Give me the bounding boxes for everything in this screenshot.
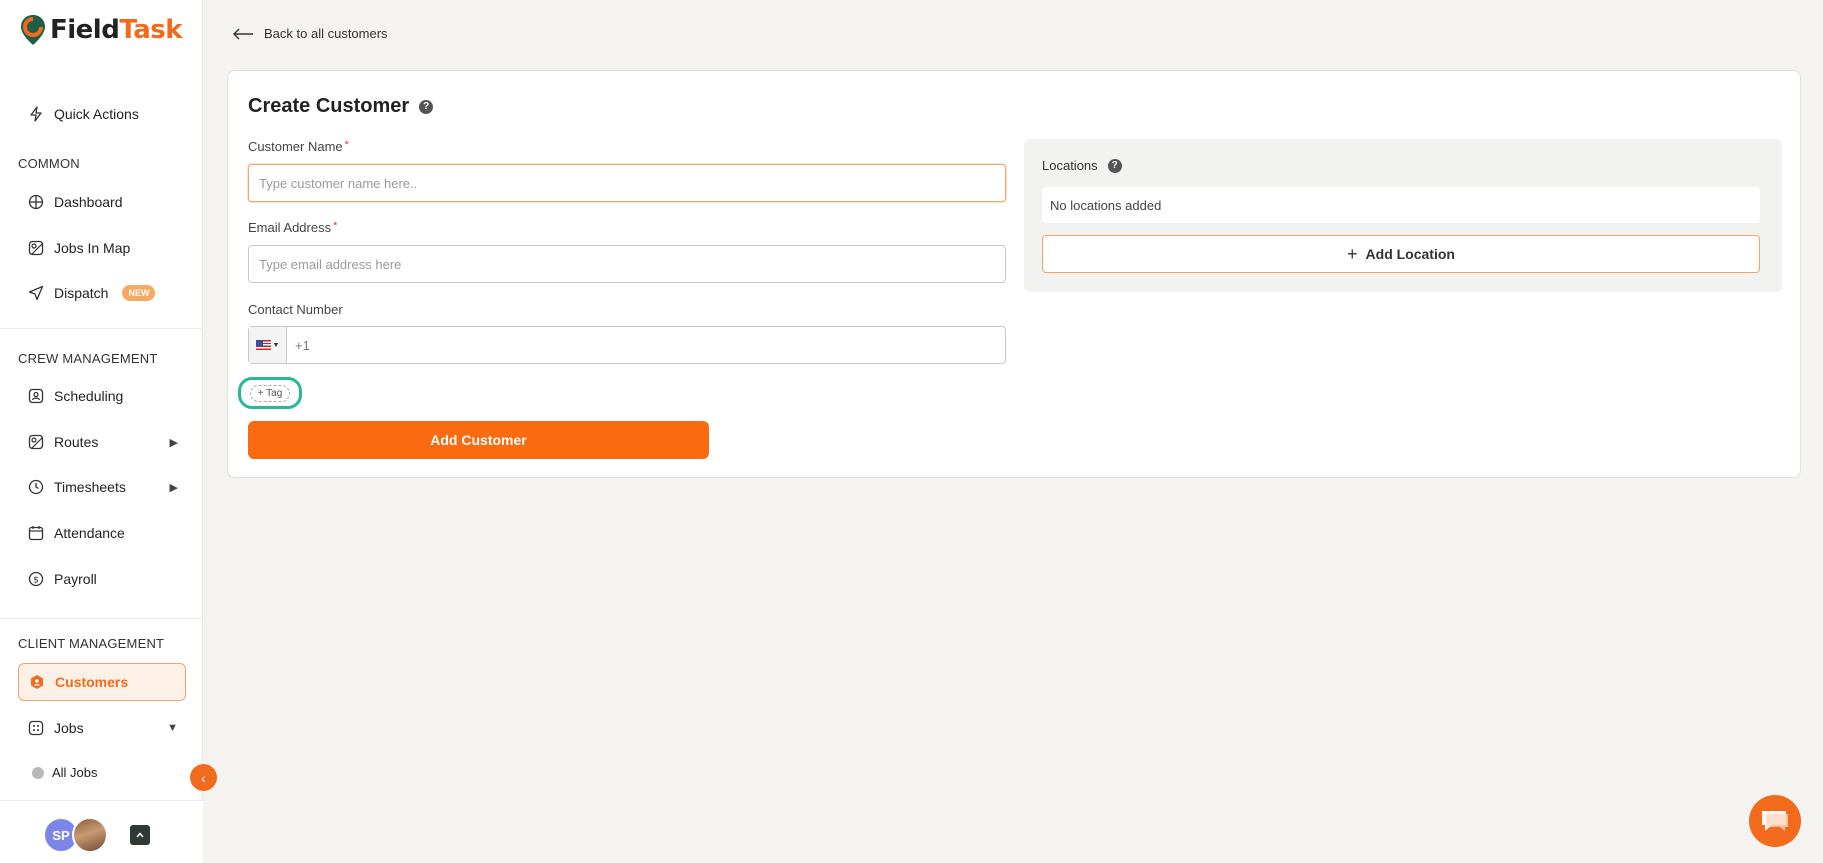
sidebar-item-payroll[interactable]: $ Payroll: [18, 561, 186, 597]
jobs-icon: [28, 720, 44, 736]
svg-text:$: $: [33, 576, 39, 586]
locations-title: Locations ?: [1042, 158, 1122, 173]
back-to-customers-link[interactable]: Back to all customers: [232, 26, 388, 41]
clock-icon: [28, 479, 44, 495]
new-badge: NEW: [122, 285, 156, 301]
caret-down-icon: ▼: [167, 722, 178, 734]
caret-down-icon: ▼: [272, 341, 280, 349]
info-icon: [32, 766, 44, 779]
add-customer-button[interactable]: Add Customer: [248, 421, 709, 459]
avatar-photo[interactable]: [72, 817, 108, 853]
help-icon[interactable]: ?: [1107, 158, 1122, 173]
sidebar-subitem-all-jobs[interactable]: All Jobs: [32, 765, 98, 780]
expand-up-button[interactable]: [130, 825, 150, 845]
section-client-management: CLIENT MANAGEMENT: [18, 636, 165, 651]
email-address-label: Email Address *: [248, 220, 338, 235]
lightning-icon: [28, 106, 44, 122]
brand-name: FieldTask: [50, 15, 183, 45]
create-customer-card: Create Customer ? Customer Name* Email A…: [227, 70, 1801, 478]
sidebar: FieldTask Quick Actions COMMON Dashboard…: [0, 0, 217, 863]
calendar-icon: [28, 525, 44, 541]
send-icon: [28, 285, 44, 301]
sidebar-footer: SP: [0, 800, 203, 863]
divider: [0, 618, 203, 619]
chat-icon: [1762, 811, 1788, 831]
scheduling-icon: [28, 388, 44, 404]
collapse-sidebar-button[interactable]: ‹: [190, 764, 217, 791]
logo-pin-icon: [21, 15, 45, 45]
section-common: COMMON: [18, 156, 80, 171]
arrow-left-icon: [233, 28, 253, 39]
us-flag-icon: [255, 340, 271, 350]
sidebar-item-dashboard[interactable]: Dashboard: [18, 184, 186, 220]
payroll-icon: $: [28, 571, 44, 587]
chevron-left-icon: ‹: [201, 769, 206, 786]
phone-input[interactable]: [287, 328, 1005, 362]
map-icon: [28, 240, 44, 256]
sidebar-item-quick-actions[interactable]: Quick Actions: [18, 96, 186, 132]
sidebar-item-routes[interactable]: Routes ▶: [18, 424, 186, 460]
add-tag-button[interactable]: + Tag: [238, 377, 302, 409]
section-crew-management: CREW MANAGEMENT: [18, 351, 158, 366]
email-address-input[interactable]: [248, 245, 1006, 283]
locations-empty-state: No locations added: [1042, 187, 1760, 223]
chevron-up-icon: [136, 832, 144, 838]
dashboard-icon: [28, 194, 44, 210]
caret-right-icon: ▶: [169, 436, 178, 449]
sidebar-item-scheduling[interactable]: Scheduling: [18, 378, 186, 414]
divider: [0, 328, 203, 329]
caret-right-icon: ▶: [169, 481, 178, 494]
customer-name-label: Customer Name *: [248, 139, 349, 154]
add-location-button[interactable]: + Add Location: [1042, 235, 1760, 273]
plus-icon: +: [1347, 243, 1358, 264]
sidebar-item-dispatch[interactable]: Dispatch NEW: [18, 275, 186, 311]
sidebar-item-jobs[interactable]: Jobs ▼: [18, 710, 186, 746]
chat-support-button[interactable]: [1749, 795, 1801, 847]
brand-logo[interactable]: FieldTask: [20, 14, 183, 46]
country-selector[interactable]: ▼: [249, 327, 287, 363]
routes-icon: [28, 434, 44, 450]
contact-number-field: ▼: [248, 326, 1006, 364]
locations-panel: Locations ? No locations added + Add Loc…: [1024, 139, 1782, 292]
sidebar-item-jobs-in-map[interactable]: Jobs In Map: [18, 230, 186, 266]
customers-icon: [29, 674, 45, 690]
sidebar-item-timesheets[interactable]: Timesheets ▶: [18, 469, 186, 505]
customer-name-input[interactable]: [248, 164, 1006, 202]
help-icon[interactable]: ?: [419, 99, 434, 114]
sidebar-item-customers[interactable]: Customers: [18, 663, 186, 701]
sidebar-item-attendance[interactable]: Attendance: [18, 515, 186, 551]
page-title: Create Customer ?: [248, 95, 434, 118]
contact-number-label: Contact Number: [248, 302, 343, 317]
